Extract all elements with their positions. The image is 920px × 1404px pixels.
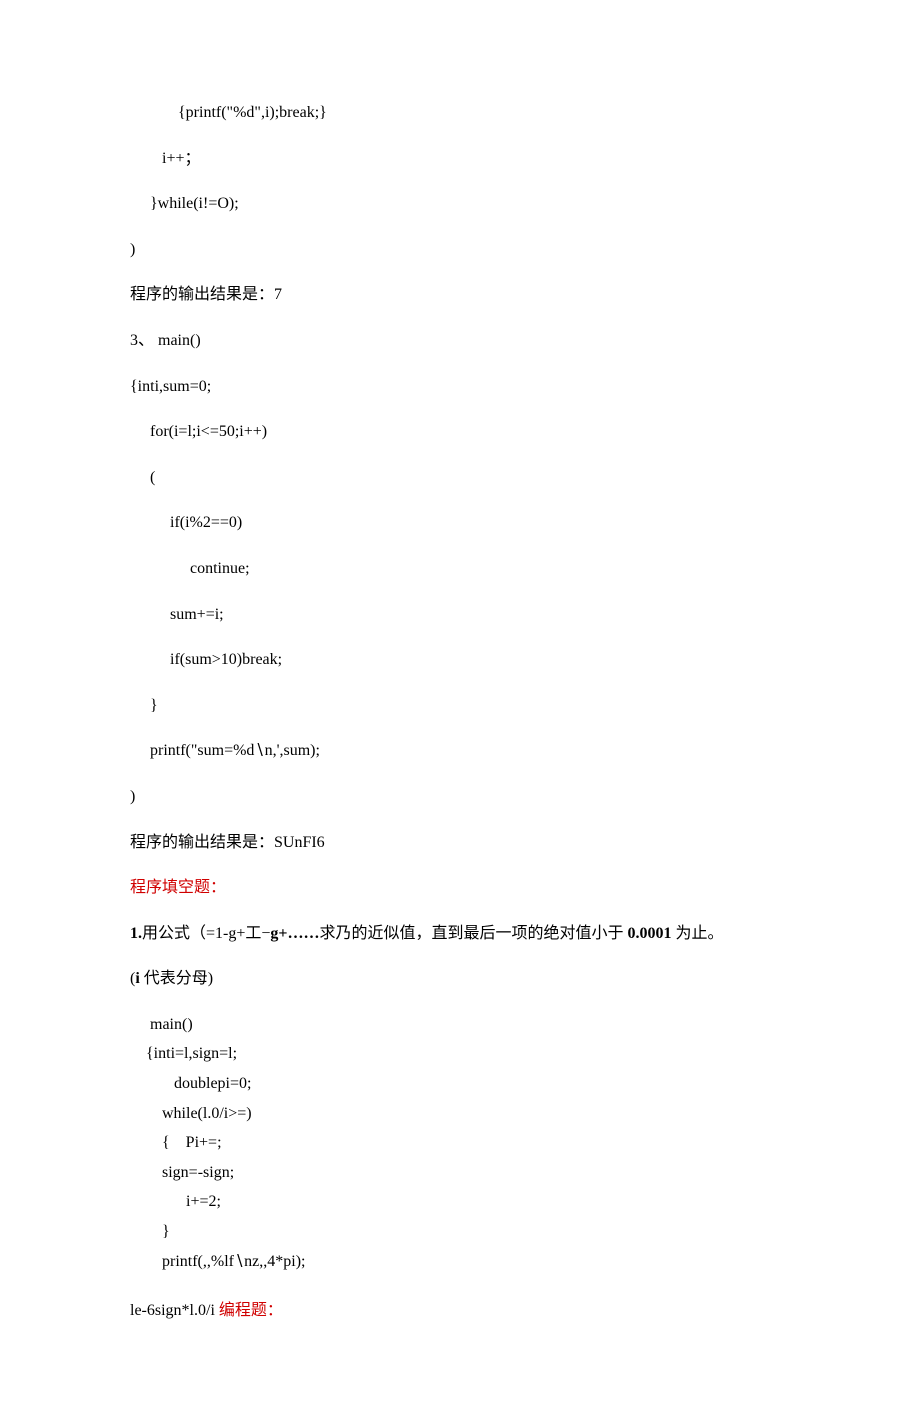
code-line: {printf("%d",i);break;} (130, 100, 800, 126)
spacer (130, 1278, 800, 1298)
code-block-2: main() {inti=l,sign=l; doublepi=0; while… (130, 1012, 800, 1274)
code-line: } (130, 1219, 800, 1245)
code-line: sign=-sign; (130, 1160, 800, 1186)
code-line: { Pi+=; (130, 1130, 800, 1156)
code-line: if(sum>10)break; (130, 647, 800, 673)
code-line: }while(i!=O); (130, 191, 800, 217)
code-line: if(i%2==0) (130, 510, 800, 536)
code-line: 3、 main() (130, 328, 800, 354)
code-line: ) (130, 237, 800, 263)
code-line: {inti,sum=0; (130, 374, 800, 400)
code-line: printf("sum=%d∖n,',sum); (130, 738, 800, 764)
code-line: ) (130, 784, 800, 810)
sub-heading: (i 代表分母) (130, 966, 800, 992)
formula-line: 1.用公式（=1-g+工−g+……求乃的近似值，直到最后一项的绝对值小于 0.0… (130, 921, 800, 947)
code-line: main() (130, 1012, 800, 1038)
code-line: {inti=l,sign=l; (130, 1041, 800, 1067)
section-heading-fill: 程序填空题： (130, 875, 800, 901)
code-line: 程序的输出结果是：7 (130, 282, 800, 308)
code-line: doublepi=0; (130, 1071, 800, 1097)
code-line: } (130, 693, 800, 719)
code-line: ( (130, 465, 800, 491)
tail-line: le-6sign*l.0/i 编程题： (130, 1298, 800, 1324)
code-line: sum+=i; (130, 602, 800, 628)
code-line: printf(,,%lf∖nz,,4*pi); (130, 1249, 800, 1275)
code-line: while(l.0/i>=) (130, 1101, 800, 1127)
code-line: 程序的输出结果是：SUnFI6 (130, 830, 800, 856)
code-block-1: {printf("%d",i);break;} i++； }while(i!=O… (130, 100, 800, 855)
code-line: i+=2; (130, 1189, 800, 1215)
code-line: i++； (130, 146, 800, 172)
code-line: continue; (130, 556, 800, 582)
code-line: for(i=l;i<=50;i++) (130, 419, 800, 445)
document-page: {printf("%d",i);break;} i++； }while(i!=O… (0, 0, 920, 1404)
